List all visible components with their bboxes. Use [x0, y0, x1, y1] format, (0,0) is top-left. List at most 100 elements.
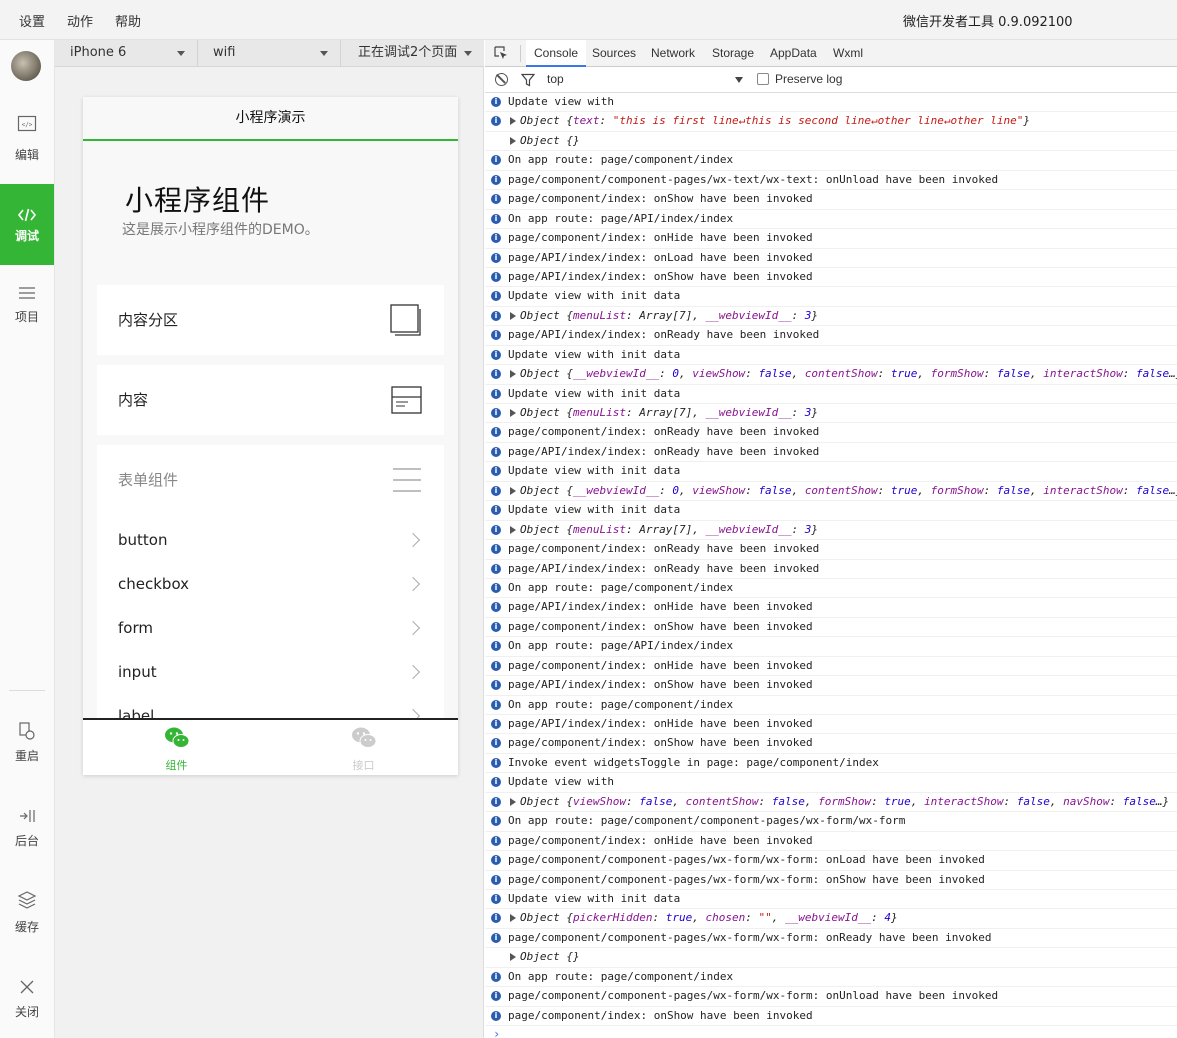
phone-navbar: 小程序演示: [83, 97, 458, 141]
console-message-text: page/component/index: onHide have been i…: [508, 658, 813, 672]
object-token: __webviewId__: [572, 367, 660, 381]
context-select[interactable]: top: [547, 72, 564, 86]
chevron-down-icon[interactable]: [735, 77, 743, 83]
sidebar-item-background[interactable]: 后台: [0, 802, 54, 862]
console-object[interactable]: Object {}: [520, 132, 580, 150]
info-icon: i: [491, 233, 501, 244]
object-token: formShow: [930, 483, 984, 497]
console-message: i Object {__webviewId__: 0, viewShow: fal…: [485, 482, 1177, 502]
list-item[interactable]: form: [97, 607, 444, 651]
console-message: i Update view with init data: [485, 890, 1177, 910]
object-token: Object {: [520, 794, 573, 808]
info-icon: i: [491, 1010, 501, 1021]
card-label: 表单组件: [118, 471, 179, 489]
menu-actions[interactable]: 动作: [67, 11, 93, 30]
console-object[interactable]: Object {menuList: Array[7], __webviewId_…: [520, 404, 818, 422]
console-object[interactable]: Object {text: "this is first line↵this i…: [520, 112, 1030, 130]
phone-content: 小程序组件 这是展示小程序组件的DEMO。 内容分区 内容 表单组件 butto…: [83, 141, 458, 718]
object-token: :: [758, 794, 772, 808]
device-select[interactable]: iPhone 6: [55, 40, 198, 66]
tab-storage[interactable]: Storage: [712, 40, 754, 67]
expand-triangle-icon[interactable]: [510, 525, 516, 534]
expand-triangle-icon[interactable]: [510, 914, 516, 923]
list-item[interactable]: checkbox: [97, 563, 444, 607]
form-section-header[interactable]: 表单组件: [97, 445, 444, 515]
object-token: interactShow: [1043, 483, 1123, 497]
object-token: : Array[7],: [625, 522, 706, 536]
expand-triangle-icon[interactable]: [510, 370, 516, 379]
expand-triangle-icon[interactable]: [510, 409, 516, 417]
sidebar-item-close[interactable]: 关闭: [0, 975, 54, 1035]
object-token: interactShow: [1043, 367, 1123, 381]
console-object[interactable]: Object {menuList: Array[7], __webviewId_…: [520, 521, 818, 539]
console-object[interactable]: Object {menuList: Array[7], __webviewId_…: [520, 307, 818, 325]
console-object[interactable]: Object {__webviewId__: 0, viewShow: fals…: [520, 482, 1177, 500]
card-label: 内容分区: [118, 311, 179, 329]
tab-wxml[interactable]: Wxml: [833, 40, 863, 67]
console-message-text: page/component/component-pages/wx-form/w…: [508, 930, 992, 944]
object-token: Object {}: [520, 950, 580, 964]
info-icon: i: [491, 505, 501, 516]
network-select[interactable]: wifi: [198, 40, 341, 66]
console-message-text: page/component/component-pages/wx-form/w…: [508, 989, 999, 1003]
object-token: ,: [672, 794, 686, 808]
object-token: false: [1136, 483, 1170, 497]
console-prompt[interactable]: ›: [485, 1026, 1177, 1038]
expand-triangle-icon[interactable]: [510, 117, 516, 126]
console-message-text: page/component/index: onHide have been i…: [508, 231, 813, 245]
chevron-right-icon: [405, 620, 421, 636]
menu-settings[interactable]: 设置: [19, 11, 45, 30]
console-message: i page/API/index/index: onHide have been …: [485, 598, 1177, 618]
debug-pages-select[interactable]: 正在调试2个页面: [341, 40, 484, 66]
list-item[interactable]: label: [97, 695, 444, 718]
object-token: :: [791, 308, 805, 322]
console-object[interactable]: Object {__webviewId__: 0, viewShow: fals…: [520, 365, 1177, 383]
expand-triangle-icon[interactable]: [510, 486, 516, 495]
object-token: :: [625, 794, 640, 808]
sidebar-item-debug[interactable]: 调试: [0, 184, 54, 265]
console-object[interactable]: Object {viewShow: false, contentShow: fa…: [520, 793, 1169, 811]
devtools-tabbar: Console Sources Network Storage AppData …: [485, 40, 1177, 67]
info-icon: i: [491, 660, 501, 671]
tab-network[interactable]: Network: [651, 40, 695, 67]
info-icon: i: [491, 116, 501, 127]
menu-help[interactable]: 帮助: [115, 11, 141, 30]
object-token: __webviewId__: [572, 483, 660, 497]
tab-appdata[interactable]: AppData: [770, 40, 817, 67]
tab-sources[interactable]: Sources: [592, 40, 636, 67]
card-content[interactable]: 内容: [97, 365, 444, 435]
filter-icon[interactable]: [521, 73, 535, 87]
object-token: ,: [910, 794, 925, 808]
chevron-right-icon: [405, 664, 421, 680]
console-object[interactable]: Object {}: [520, 948, 580, 966]
info-icon: i: [491, 349, 501, 360]
inspect-element-icon[interactable]: [494, 46, 508, 60]
console-message: i page/component/component-pages/wx-text/…: [485, 171, 1177, 191]
info-icon: i: [491, 408, 501, 418]
list-item[interactable]: input: [97, 651, 444, 695]
card-view[interactable]: 内容分区: [97, 285, 444, 355]
tab-api[interactable]: 接口: [270, 720, 457, 775]
tab-components[interactable]: 组件: [83, 720, 270, 775]
expand-triangle-icon[interactable]: [510, 797, 516, 806]
info-icon: i: [491, 369, 501, 380]
object-token: contentShow: [685, 794, 759, 808]
tab-console[interactable]: Console: [526, 40, 587, 67]
object-token: __webviewId__: [784, 911, 872, 925]
console-message: i Invoke event widgetsToggle in page: pag…: [485, 754, 1177, 774]
list-item[interactable]: button: [97, 519, 444, 563]
sidebar-item-restart[interactable]: 重启: [0, 715, 54, 775]
expand-triangle-icon[interactable]: [510, 953, 516, 962]
object-token: "this is first line↵this is second line↵…: [612, 114, 1024, 128]
sidebar-item-project[interactable]: 项目: [0, 278, 54, 328]
avatar[interactable]: [11, 51, 41, 81]
clear-console-icon[interactable]: [495, 73, 508, 86]
expand-triangle-icon[interactable]: [510, 136, 516, 145]
info-icon: i: [491, 641, 501, 652]
expand-triangle-icon[interactable]: [510, 311, 516, 320]
object-token: 0: [672, 367, 679, 381]
sidebar-item-edit[interactable]: </> 编辑: [0, 96, 54, 176]
sidebar-item-cache[interactable]: 缓存: [0, 888, 54, 948]
console-object[interactable]: Object {pickerHidden: true, chosen: "", …: [520, 909, 898, 927]
preserve-log-checkbox[interactable]: [757, 73, 769, 85]
